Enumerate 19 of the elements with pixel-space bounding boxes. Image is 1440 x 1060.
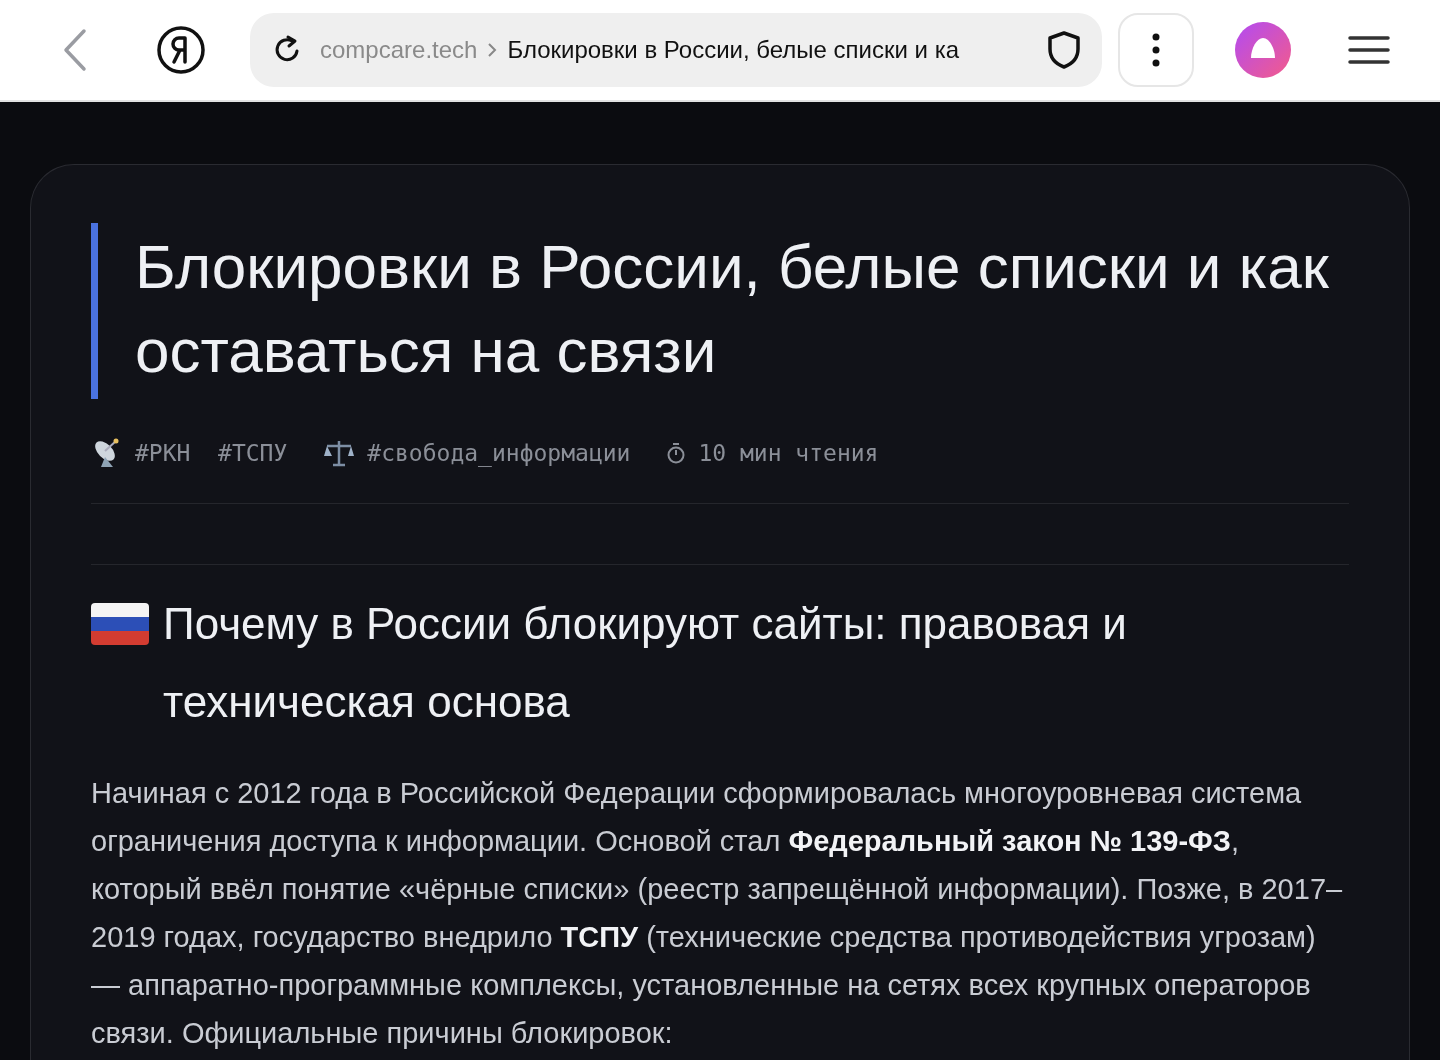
menu-icon[interactable] <box>1348 35 1390 65</box>
section-heading: Почему в России блокируют сайты: правовая и техническая основа <box>163 598 1128 728</box>
article-paragraph: Начиная с 2012 года в Российской Федерации сформировалась многоуровневая система ограничения доступа к информации. Основой стал Федеральный закон № 139-ФЗ, который ввёл понятие «чёрные списки» (реестр запрещённой информации). Позже, в 2017–2019 годах, государство внедрило ТСПУ (технические средства противодействия угрозам) — аппаратно-программные комплексы, установленные на сетях всех крупных операторов связи. Официальные причины блокировок: <box>91 776 1344 1051</box>
tag-list[interactable]: #РКН #ТСПУ <box>135 440 288 466</box>
tag-list[interactable]: #свобода_информации <box>367 440 631 466</box>
stopwatch-icon <box>666 442 687 464</box>
shield-icon[interactable] <box>1046 30 1082 70</box>
reading-time: 10 мин чтения <box>698 440 879 466</box>
article-title: Блокировки в России, белые списки и как оставаться на связи <box>91 223 1349 399</box>
more-button[interactable] <box>1118 13 1194 87</box>
page-title: Блокировки в России, белые списки и ка <box>507 36 961 64</box>
assistant-icon[interactable] <box>1234 21 1292 79</box>
chevron-icon <box>487 42 498 58</box>
browser-logo-icon[interactable] <box>156 25 206 75</box>
address-bar[interactable]: compcare.tech Блокировки в России, белые списки и ка <box>250 13 1102 87</box>
russia-flag-icon <box>91 603 149 645</box>
back-icon[interactable] <box>62 28 88 72</box>
url-domain: compcare.tech <box>320 36 478 64</box>
more-icon <box>1152 33 1160 67</box>
